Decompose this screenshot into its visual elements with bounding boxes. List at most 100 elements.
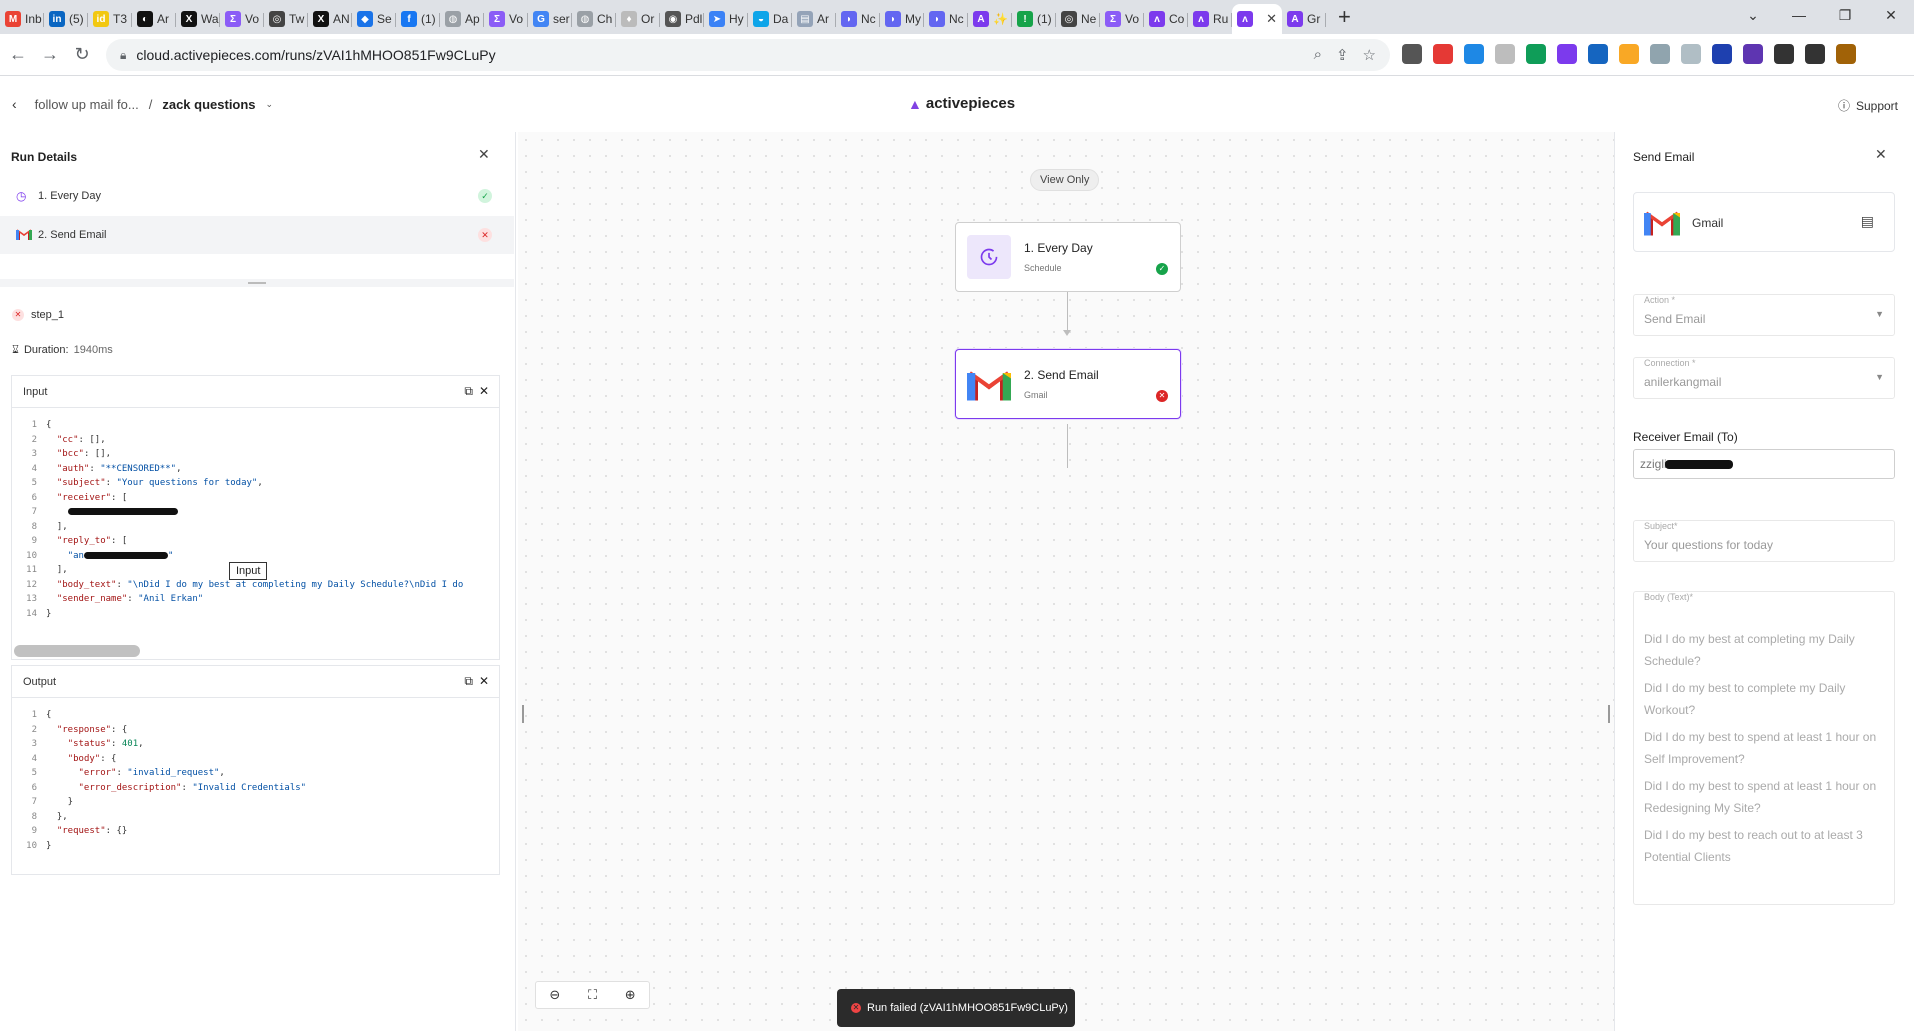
browser-tab[interactable]: ◍ Ap: [440, 4, 484, 34]
flow-node-send-email[interactable]: 2. Send Email Gmail ✕: [955, 349, 1181, 419]
browser-tab[interactable]: ➤ Hy: [704, 4, 748, 34]
expand-icon[interactable]: ✕: [479, 384, 489, 399]
close-icon[interactable]: ✕: [1875, 146, 1887, 163]
chevron-left-icon[interactable]: ‹: [12, 96, 17, 112]
reload-icon[interactable]: ↻: [66, 44, 98, 65]
browser-tab[interactable]: ◒ Da: [748, 4, 792, 34]
input-code[interactable]: 1{2 "cc": [], 3 "bcc": [], 4 "auth": "**CE…: [12, 418, 499, 621]
extension-icon[interactable]: [1836, 44, 1856, 64]
line-number: 8: [31, 521, 37, 532]
browser-tab[interactable]: ◍ Ch: [572, 4, 616, 34]
output-code[interactable]: 1{2 "response": {3 "status": 401, 4 "body…: [12, 708, 499, 853]
browser-tab[interactable]: ◐ Ar: [132, 4, 176, 34]
extension-icon[interactable]: [1619, 44, 1639, 64]
extension-icon[interactable]: [1743, 44, 1763, 64]
copy-icon[interactable]: ⧉: [464, 384, 473, 399]
fit-view-icon[interactable]: ⛶: [574, 982, 612, 1008]
extension-icon[interactable]: [1402, 44, 1422, 64]
browser-tab[interactable]: ◎ Ne: [1056, 4, 1100, 34]
browser-tab[interactable]: ◗ Nc: [836, 4, 880, 34]
extension-icon[interactable]: [1557, 44, 1577, 64]
extension-icon[interactable]: [1805, 44, 1825, 64]
browser-tab[interactable]: A ✨: [968, 4, 1012, 34]
connection-label: Connection *: [1644, 358, 1696, 368]
action-select[interactable]: Action * Send Email ▼: [1633, 294, 1895, 336]
run-step-every-day[interactable]: ◷ 1. Every Day ✓: [0, 177, 514, 215]
browser-tab[interactable]: id T3: [88, 4, 132, 34]
back-icon[interactable]: ←: [2, 44, 34, 65]
address-bar[interactable]: 🔒︎ cloud.activepieces.com/runs/zVAI1hMHO…: [106, 39, 1390, 71]
body-text-input[interactable]: Body (Text)* Did I do my best at complet…: [1633, 591, 1895, 905]
receiver-input[interactable]: zziglio: [1633, 449, 1895, 479]
subject-input[interactable]: Subject* Your questions for today: [1633, 520, 1895, 562]
browser-tab[interactable]: ! (1): [1012, 4, 1056, 34]
restore-icon[interactable]: ❐: [1822, 0, 1868, 30]
zoom-icon[interactable]: ⌕: [1314, 46, 1322, 64]
close-icon[interactable]: ✕: [478, 146, 490, 163]
extension-icon[interactable]: [1464, 44, 1484, 64]
browser-tab[interactable]: ᴧ Co: [1144, 4, 1188, 34]
code-text: "request": {}: [56, 826, 128, 836]
browser-tab[interactable]: X Wa: [176, 4, 220, 34]
left-resize-handle[interactable]: [522, 705, 524, 723]
horizontal-scrollbar[interactable]: [14, 645, 140, 657]
zoom-out-icon[interactable]: ⊖: [536, 982, 574, 1008]
minimize-icon[interactable]: —: [1776, 0, 1822, 30]
extension-icon[interactable]: [1650, 44, 1670, 64]
extension-icon[interactable]: [1712, 44, 1732, 64]
browser-tab[interactable]: M Inb: [0, 4, 44, 34]
flow-node-every-day[interactable]: 1. Every Day Schedule ✓: [955, 222, 1181, 292]
browser-tab[interactable]: Σ Vo: [1100, 4, 1144, 34]
node-subtitle: Schedule: [1024, 263, 1062, 273]
success-check-icon: ✓: [1156, 263, 1168, 275]
browser-tab[interactable]: f (1): [396, 4, 440, 34]
browser-tab[interactable]: X AN: [308, 4, 352, 34]
browser-tab[interactable]: ◎ Tw: [264, 4, 308, 34]
close-window-icon[interactable]: ✕: [1868, 0, 1914, 30]
share-icon[interactable]: ⇪: [1336, 46, 1349, 64]
browser-tab[interactable]: ▤ Ar: [792, 4, 836, 34]
support-link[interactable]: ⓘ Support: [1838, 97, 1898, 114]
flow-canvas[interactable]: View Only 1. Every Day Schedule ✓ 2. Sen…: [518, 132, 1614, 1031]
right-resize-handle[interactable]: [1608, 705, 1610, 723]
tab-close-icon[interactable]: ✕: [1266, 11, 1277, 27]
body-paragraph: Did I do my best to complete my Daily Wo…: [1644, 681, 1846, 717]
extension-icon[interactable]: [1495, 44, 1515, 64]
breadcrumb-parent[interactable]: follow up mail fo...: [35, 97, 139, 112]
caret-down-icon: ▼: [1875, 372, 1884, 382]
browser-tab[interactable]: ♦ Or: [616, 4, 660, 34]
tab-search-icon[interactable]: ⌄: [1730, 0, 1776, 30]
extension-icon[interactable]: [1774, 44, 1794, 64]
browser-tab[interactable]: ◆ Se: [352, 4, 396, 34]
browser-tab[interactable]: Σ Vo: [220, 4, 264, 34]
forward-icon[interactable]: →: [34, 44, 66, 65]
bookmark-star-icon[interactable]: ☆: [1363, 46, 1376, 64]
browser-tab[interactable]: A Gr: [1282, 4, 1326, 34]
browser-tab[interactable]: ◗ Nc: [924, 4, 968, 34]
resize-grip-icon[interactable]: [248, 282, 266, 284]
browser-tab[interactable]: in (5): [44, 4, 88, 34]
run-step-send-email[interactable]: 2. Send Email ✕: [0, 216, 514, 254]
extension-icon[interactable]: [1526, 44, 1546, 64]
tab-label: Nc: [861, 12, 876, 26]
extension-icon[interactable]: [1433, 44, 1453, 64]
document-icon[interactable]: ▤: [1861, 213, 1874, 230]
copy-icon[interactable]: ⧉: [464, 674, 473, 689]
browser-tab[interactable]: ᴧ Ru: [1188, 4, 1232, 34]
browser-tab[interactable]: Σ Vo: [484, 4, 528, 34]
expand-icon[interactable]: ✕: [479, 674, 489, 689]
browser-tab[interactable]: ◉ Pdl: [660, 4, 704, 34]
chevron-down-icon[interactable]: ⌄: [266, 99, 274, 110]
code-text: "sender_name": "Anil Erkan": [56, 594, 204, 604]
browser-tab[interactable]: ᴧ ✕: [1232, 4, 1282, 34]
browser-tab[interactable]: ◗ My: [880, 4, 924, 34]
extension-icon[interactable]: [1588, 44, 1608, 64]
activepieces-logo-icon: ▲: [908, 95, 922, 112]
new-tab-icon[interactable]: +: [1338, 2, 1351, 32]
connection-select[interactable]: Connection * anilerkangmail ▼: [1633, 357, 1895, 399]
zoom-in-icon[interactable]: ⊕: [611, 982, 649, 1008]
flow-name[interactable]: zack questions: [162, 97, 255, 112]
extension-icon[interactable]: [1681, 44, 1701, 64]
browser-tab[interactable]: Gser: [528, 4, 572, 34]
lock-icon[interactable]: 🔒︎: [120, 48, 126, 63]
